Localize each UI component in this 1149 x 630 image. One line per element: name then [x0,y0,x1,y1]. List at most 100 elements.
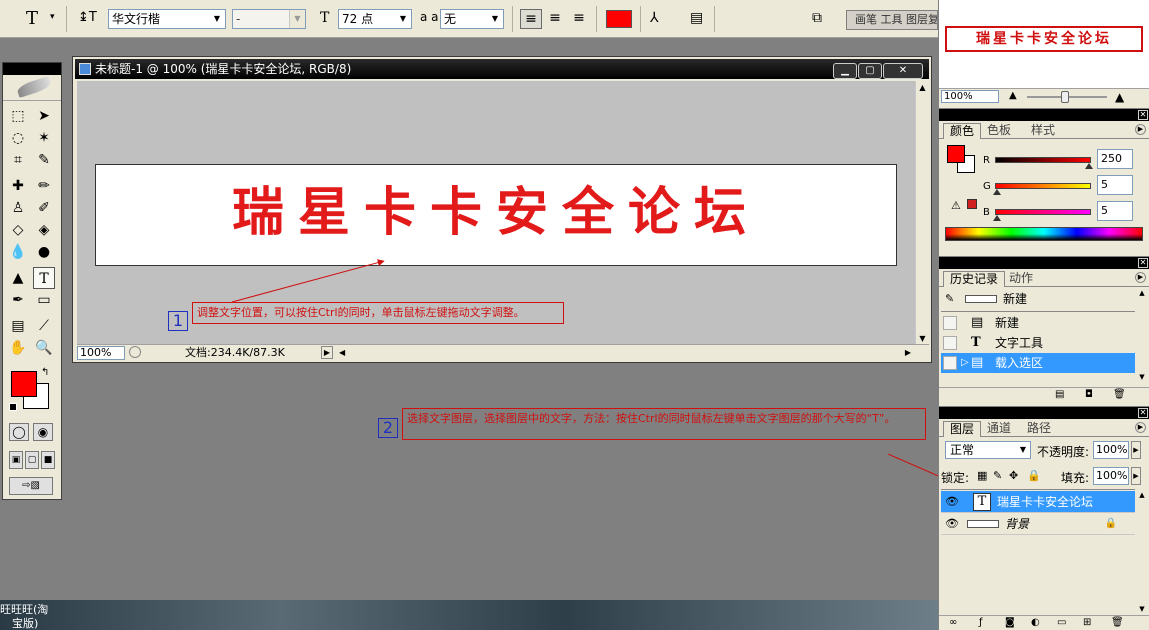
pen-tool-icon[interactable]: ✒ [7,289,29,311]
g-slider-handle[interactable] [992,189,1001,195]
g-slider[interactable] [995,183,1091,189]
b-value[interactable]: 5 [1097,201,1133,221]
b-slider-handle[interactable] [992,215,1001,221]
notes-tool-icon[interactable]: ▤ [7,315,29,337]
maximize-button[interactable]: ▢ [858,63,882,79]
status-menu-arrow-icon[interactable]: ▶ [321,346,333,359]
clone-stamp-tool-icon[interactable]: ♙ [7,197,29,219]
out-of-gamut-warning-icon[interactable]: ⚠ [951,199,961,212]
horizontal-scrollbar[interactable]: ◀ ▶ [339,345,913,360]
tab-color[interactable]: 颜色 [943,123,982,139]
r-value[interactable]: 250 [1097,149,1133,169]
panel-title-bar[interactable]: ✕ [939,407,1149,419]
lock-transparent-icon[interactable]: ▦ [977,469,987,482]
history-brush-checkbox[interactable] [943,316,957,330]
document-canvas[interactable]: 瑞星卡卡安全论坛 [95,164,897,266]
scroll-right-icon[interactable]: ▶ [905,345,911,360]
tab-layers[interactable]: 图层 [943,421,982,437]
layer-mask-icon[interactable]: ◙ [1005,616,1015,629]
document-title-bar[interactable]: 未标题-1 @ 100% (瑞星卡卡安全论坛, RGB/8) ▁ ▢ ✕ [75,59,929,79]
minimize-button[interactable]: ▁ [833,63,857,79]
navigator-slider-thumb[interactable] [1061,91,1069,103]
antialias-select[interactable]: 无 ▼ [440,9,504,29]
r-slider-handle[interactable] [1085,163,1094,169]
history-brush-tool-icon[interactable]: ✐ [33,197,55,219]
text-tool-icon[interactable]: T [26,8,38,29]
text-layer-thumbnail-icon[interactable]: T [973,493,991,511]
align-left-button[interactable]: ≡ [520,9,542,29]
history-item[interactable]: ▤ 新建 [941,313,1135,333]
move-tool-icon[interactable]: ➤ [33,105,55,127]
close-icon[interactable]: ✕ [1138,110,1148,120]
history-item-active[interactable]: ▷ ▤ 载入选区 [941,353,1135,373]
lock-position-icon[interactable]: ✥ [1009,469,1018,482]
scroll-left-icon[interactable]: ◀ [339,348,345,357]
font-style-select[interactable]: - ▼ [232,9,306,29]
panel-menu-icon[interactable]: ▶ [1135,124,1146,135]
dodge-tool-icon[interactable]: ● [33,241,55,263]
link-layers-icon[interactable]: ∞ [949,616,957,629]
healing-brush-tool-icon[interactable]: ✚ [7,175,29,197]
opacity-arrow-icon[interactable]: ▶ [1131,441,1141,459]
file-browser-icon[interactable]: ⧉ [812,10,822,26]
navigator-zoom-field[interactable]: 100% [941,90,999,103]
foreground-color-swatch[interactable] [11,371,37,397]
r-slider[interactable] [995,157,1091,163]
tab-channels[interactable]: 通道 [981,421,1017,437]
jump-to-imageready-button[interactable]: ⇨▧ [9,477,53,495]
history-snapshot[interactable]: ✎ 新建 [941,289,1135,309]
panel-title-bar[interactable]: ✕ [939,109,1149,121]
screen-mode-full-button[interactable]: ■ [41,451,55,469]
new-group-icon[interactable]: ▭ [1057,616,1066,629]
layer-row-background[interactable]: 👁 背景 🔒 [941,513,1135,535]
eyedropper-tool-icon[interactable]: ⟋ [33,315,55,337]
trash-icon[interactable]: 🗑 [1113,388,1126,401]
crop-tool-icon[interactable]: ⌗ [7,149,29,171]
swap-colors-icon[interactable]: ↰ [41,367,49,378]
b-slider[interactable] [995,209,1091,215]
scroll-up-icon[interactable]: ▲ [916,83,929,92]
lock-image-icon[interactable]: ✎ [993,469,1002,482]
path-selection-tool-icon[interactable]: ▲ [7,267,29,289]
font-family-select[interactable]: 华文行楷 ▼ [108,9,226,29]
new-layer-icon[interactable]: ⊞ [1083,616,1091,629]
eye-icon[interactable]: 👁 [945,491,959,513]
screen-mode-standard-button[interactable]: ▣ [9,451,23,469]
toolbox-logo[interactable] [3,75,61,101]
color-spectrum-bar[interactable] [945,227,1143,241]
default-colors-icon[interactable] [9,403,17,411]
magic-wand-tool-icon[interactable]: ✶ [33,127,55,149]
trash-icon[interactable]: 🗑 [1111,616,1124,629]
color-panel-foreground-swatch[interactable] [947,145,965,163]
eraser-tool-icon[interactable]: ◇ [7,219,29,241]
navigator-preview[interactable]: 瑞星卡卡安全论坛 [945,26,1143,52]
blend-mode-select[interactable]: 正常 ▼ [945,441,1031,459]
scroll-down-icon[interactable]: ▼ [1136,605,1148,613]
camera-icon[interactable]: ◘ [1085,388,1093,401]
history-scrollbar[interactable]: ▲ ▼ [1136,289,1148,381]
slice-tool-icon[interactable]: ✎ [33,149,55,171]
layer-style-icon[interactable]: ƒ [979,616,983,629]
history-brush-source-icon[interactable]: ✎ [945,289,954,309]
close-button[interactable]: ✕ [883,63,923,79]
desktop-icon-label[interactable]: 旺旺旺(淘 [0,604,48,616]
vertical-scrollbar[interactable]: ▲ ▼ [915,81,929,345]
layer-row-text[interactable]: 👁 T 瑞星卡卡安全论坛 [941,491,1135,513]
brush-tool-icon[interactable]: ✏ [33,175,55,197]
history-state-slider-icon[interactable]: ▷ [961,353,969,373]
rectangle-tool-icon[interactable]: ▭ [33,289,55,311]
history-brush-checkbox[interactable] [943,356,957,370]
quick-mask-mode-button[interactable]: ◉ [33,423,53,441]
fill-arrow-icon[interactable]: ▶ [1131,467,1141,485]
blur-tool-icon[interactable]: 💧 [7,241,29,263]
screen-mode-full-menu-button[interactable]: ▢ [25,451,39,469]
panel-title-bar[interactable]: ✕ [939,257,1149,269]
canvas-text-layer[interactable]: 瑞星卡卡安全论坛 [96,183,896,243]
zoom-field[interactable]: 100% [77,346,125,360]
tab-styles[interactable]: 样式 [1025,123,1061,139]
text-color-swatch[interactable] [606,10,632,28]
lock-all-icon[interactable]: 🔒 [1027,469,1041,482]
panel-menu-icon[interactable]: ▶ [1135,272,1146,283]
warp-text-icon[interactable]: ⅄ [650,10,659,26]
type-tool-icon[interactable]: T [33,267,55,289]
